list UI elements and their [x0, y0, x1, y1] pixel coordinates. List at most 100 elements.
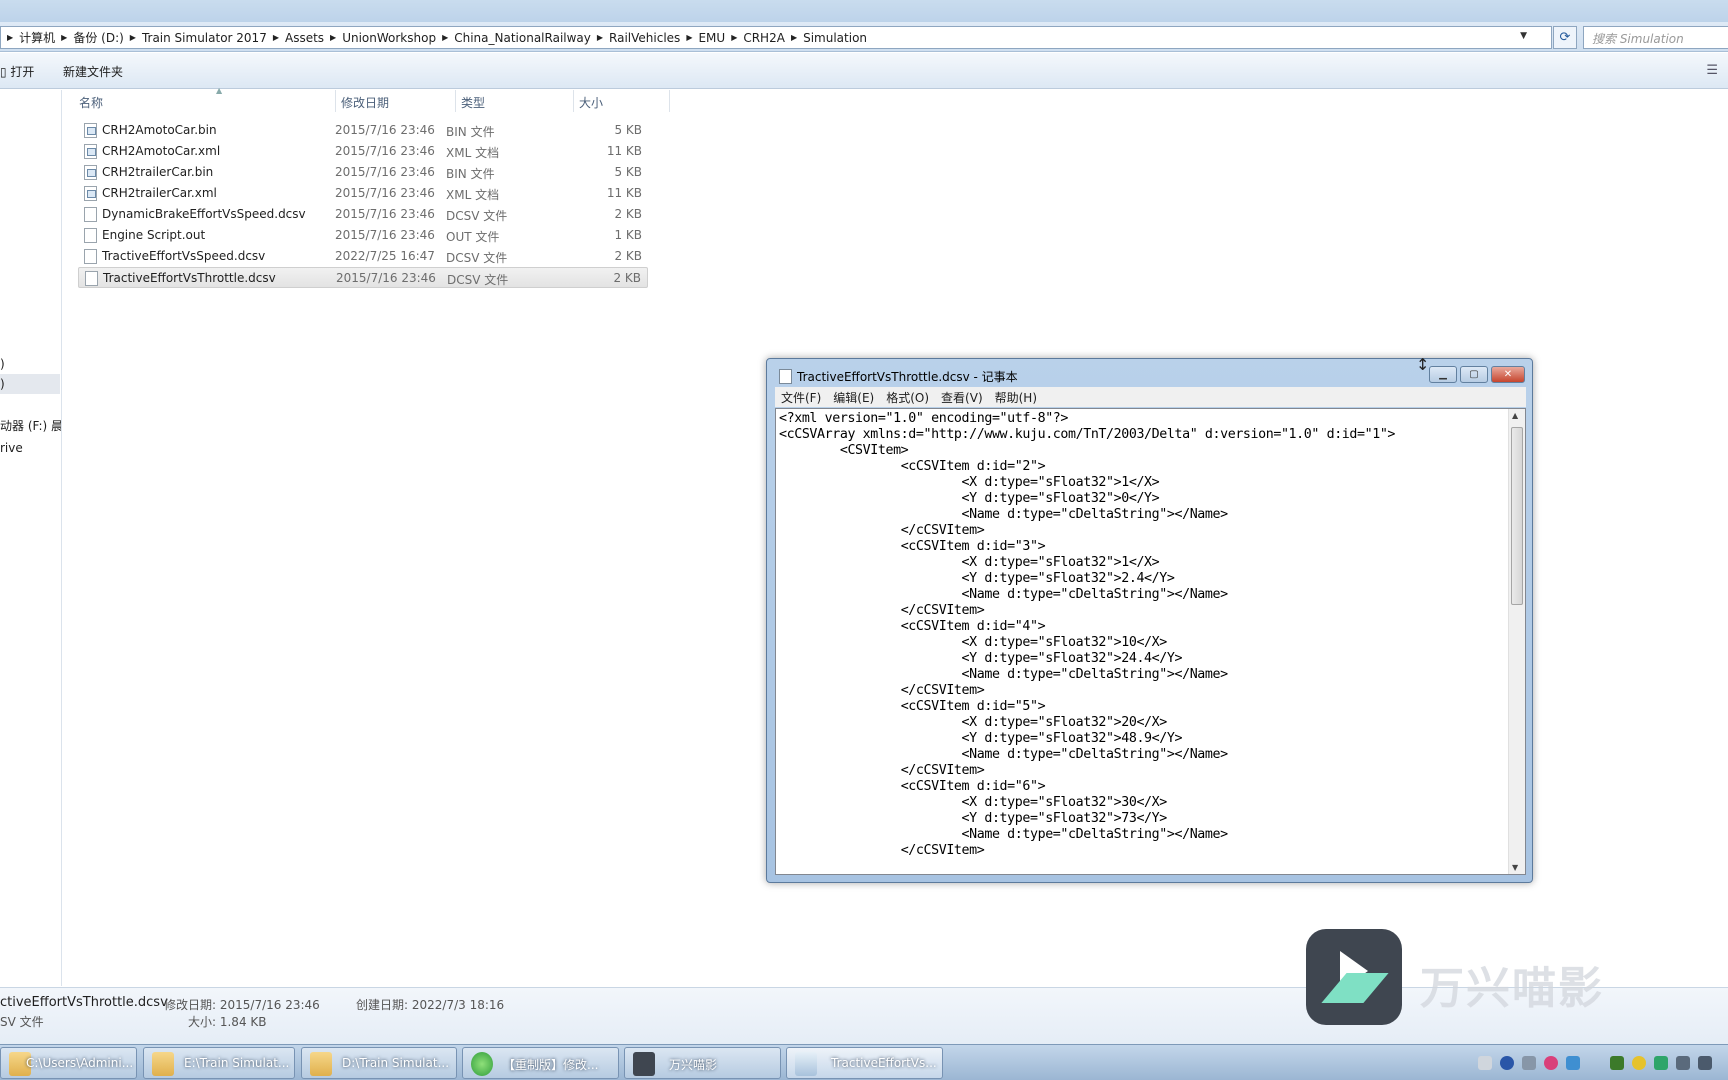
column-divider[interactable]: [669, 90, 670, 112]
notepad-window[interactable]: TractiveEffortVsThrottle.dcsv - 记事本 ▁ ▢ …: [766, 358, 1533, 883]
file-row[interactable]: DynamicBrakeEffortVsSpeed.dcsv 2015/7/16…: [78, 204, 648, 225]
file-type: OUT 文件: [446, 230, 500, 244]
open-button[interactable]: ▯ 打开: [0, 63, 34, 80]
help-icon[interactable]: [1500, 1056, 1514, 1070]
breadcrumb-separator-icon[interactable]: ▶: [440, 33, 450, 42]
breadcrumb-drive[interactable]: 备份 (D:): [69, 29, 127, 46]
search-input[interactable]: 搜索 Simulation: [1583, 26, 1728, 49]
bluetooth-icon[interactable]: [1566, 1056, 1580, 1070]
taskbar-item-active[interactable]: TractiveEffortVs...: [786, 1047, 943, 1079]
maximize-icon[interactable]: ▢: [1460, 366, 1488, 383]
taskbar-item[interactable]: D:\Train Simulat...: [301, 1047, 457, 1079]
breadcrumb-crh2a[interactable]: CRH2A: [739, 31, 789, 45]
dcsv-file-icon: [84, 249, 97, 264]
file-row[interactable]: CRH2AmotoCar.xml 2015/7/16 23:46 XML 文档 …: [78, 141, 648, 162]
dcsv-file-icon: [85, 271, 98, 286]
file-size: 2 KB: [614, 249, 642, 263]
taskbar-item[interactable]: E:\Train Simulat...: [143, 1047, 295, 1079]
column-header-date[interactable]: 修改日期: [341, 94, 389, 111]
nav-item[interactable]: ): [0, 374, 5, 394]
taskbar-item-label: 万兴喵影: [669, 1058, 718, 1072]
details-created: 创建日期: 2022/7/3 18:16: [356, 998, 505, 1012]
keyboard-icon[interactable]: [1478, 1056, 1492, 1070]
file-name: CRH2AmotoCar.bin: [102, 123, 217, 137]
nav-item-drive-f[interactable]: 动器 (F:) 晨: [0, 416, 61, 436]
file-size: 1 KB: [614, 228, 642, 242]
dcsv-file-icon: [84, 207, 97, 222]
menu-edit[interactable]: 编辑(E): [827, 389, 880, 406]
file-row[interactable]: CRH2trailerCar.bin 2015/7/16 23:46 BIN 文…: [78, 162, 648, 183]
taskbar-item-label: E:\Train Simulat...: [184, 1056, 290, 1070]
new-folder-button[interactable]: 新建文件夹: [63, 63, 123, 80]
breadcrumb-separator-icon[interactable]: ▶: [5, 33, 15, 42]
file-row[interactable]: TractiveEffortVsSpeed.dcsv 2022/7/25 16:…: [78, 246, 648, 267]
breadcrumb-separator-icon[interactable]: ▶: [271, 33, 281, 42]
breadcrumb-separator-icon[interactable]: ▶: [789, 33, 799, 42]
scroll-down-icon[interactable]: ▼: [1512, 863, 1518, 872]
bin-file-icon: [84, 123, 97, 138]
recorder-icon[interactable]: [1544, 1056, 1558, 1070]
view-options-icon[interactable]: ☰: [1706, 63, 1718, 78]
breadcrumb-assets[interactable]: Assets: [281, 31, 328, 45]
nav-item-selected[interactable]: [0, 374, 60, 394]
breadcrumb-separator-icon[interactable]: ▶: [59, 33, 69, 42]
scrollbar-thumb[interactable]: [1511, 427, 1523, 605]
notepad-text-area[interactable]: <?xml version="1.0" encoding="utf-8"?> <…: [775, 408, 1526, 875]
file-row[interactable]: Engine Script.out 2015/7/16 23:46 OUT 文件…: [78, 225, 648, 246]
breadcrumb-separator-icon[interactable]: ▶: [729, 33, 739, 42]
file-list: ▲ 名称 修改日期 类型 大小 CRH2AmotoCar.bin 2015/7/…: [63, 86, 670, 986]
taskbar-item[interactable]: 【重制版】修改...: [462, 1047, 619, 1079]
details-type: SV 文件: [0, 1015, 44, 1029]
menu-file[interactable]: 文件(F): [775, 389, 827, 406]
file-row-selected[interactable]: TractiveEffortVsThrottle.dcsv 2015/7/16 …: [78, 267, 648, 288]
menu-help[interactable]: 帮助(H): [989, 389, 1043, 406]
refresh-icon[interactable]: ⟳: [1553, 26, 1577, 49]
security-icon[interactable]: [1654, 1056, 1668, 1070]
details-size: 大小: 1.84 KB: [188, 1015, 267, 1029]
file-date: 2015/7/16 23:46: [335, 228, 435, 242]
breadcrumb-separator-icon[interactable]: ▶: [128, 33, 138, 42]
breadcrumb-separator-icon[interactable]: ▶: [595, 33, 605, 42]
file-name: TractiveEffortVsSpeed.dcsv: [102, 249, 266, 263]
taskbar-item[interactable]: C:\Users\Admini...: [0, 1047, 137, 1079]
column-divider[interactable]: [455, 90, 456, 112]
menu-format[interactable]: 格式(O): [880, 389, 935, 406]
breadcrumb-computer[interactable]: 计算机: [15, 29, 59, 46]
add-icon[interactable]: [1632, 1056, 1646, 1070]
breadcrumb-separator-icon[interactable]: ▶: [328, 33, 338, 42]
breadcrumb-railvehicles[interactable]: RailVehicles: [605, 31, 684, 45]
xml-file-icon: [84, 144, 97, 159]
breadcrumb-china-nationalrailway[interactable]: China_NationalRailway: [450, 31, 595, 45]
network-icon[interactable]: [1522, 1056, 1536, 1070]
file-row[interactable]: CRH2AmotoCar.bin 2015/7/16 23:46 BIN 文件 …: [78, 120, 648, 141]
file-date: 2015/7/16 23:46: [335, 123, 435, 137]
breadcrumb-simulation[interactable]: Simulation: [799, 31, 871, 45]
address-breadcrumb[interactable]: ▶ 计算机 ▶ 备份 (D:) ▶ Train Simulator 2017 ▶…: [0, 26, 1552, 49]
nav-item[interactable]: ): [0, 354, 5, 374]
scroll-up-icon[interactable]: ▲: [1512, 411, 1518, 420]
volume-icon[interactable]: [1698, 1056, 1712, 1070]
column-header-name[interactable]: 名称: [79, 94, 103, 111]
breadcrumb-train-simulator[interactable]: Train Simulator 2017: [138, 31, 271, 45]
column-header-size[interactable]: 大小: [579, 94, 603, 111]
column-header-type[interactable]: 类型: [461, 94, 485, 111]
file-name: TractiveEffortVsThrottle.dcsv: [103, 271, 276, 285]
file-type: XML 文档: [446, 146, 500, 160]
file-row[interactable]: CRH2trailerCar.xml 2015/7/16 23:46 XML 文…: [78, 183, 648, 204]
nvidia-icon[interactable]: [1610, 1056, 1624, 1070]
breadcrumb-emu[interactable]: EMU: [694, 31, 729, 45]
address-dropdown-icon[interactable]: ▼: [1520, 31, 1527, 41]
file-type: BIN 文件: [446, 125, 495, 139]
nav-item-drive[interactable]: rive: [0, 438, 23, 458]
minimize-icon[interactable]: ▁: [1429, 366, 1457, 383]
column-divider[interactable]: [573, 90, 574, 112]
vertical-scrollbar[interactable]: ▲ ▼: [1508, 409, 1525, 874]
breadcrumb-separator-icon[interactable]: ▶: [684, 33, 694, 42]
column-divider[interactable]: [335, 90, 336, 112]
menu-view[interactable]: 查看(V): [935, 389, 989, 406]
taskbar-item[interactable]: 万兴喵影: [624, 1047, 781, 1079]
display-icon[interactable]: [1676, 1056, 1690, 1070]
close-icon[interactable]: ✕: [1491, 366, 1525, 383]
taskbar-item-label: D:\Train Simulat...: [342, 1056, 450, 1070]
breadcrumb-unionworkshop[interactable]: UnionWorkshop: [338, 31, 440, 45]
